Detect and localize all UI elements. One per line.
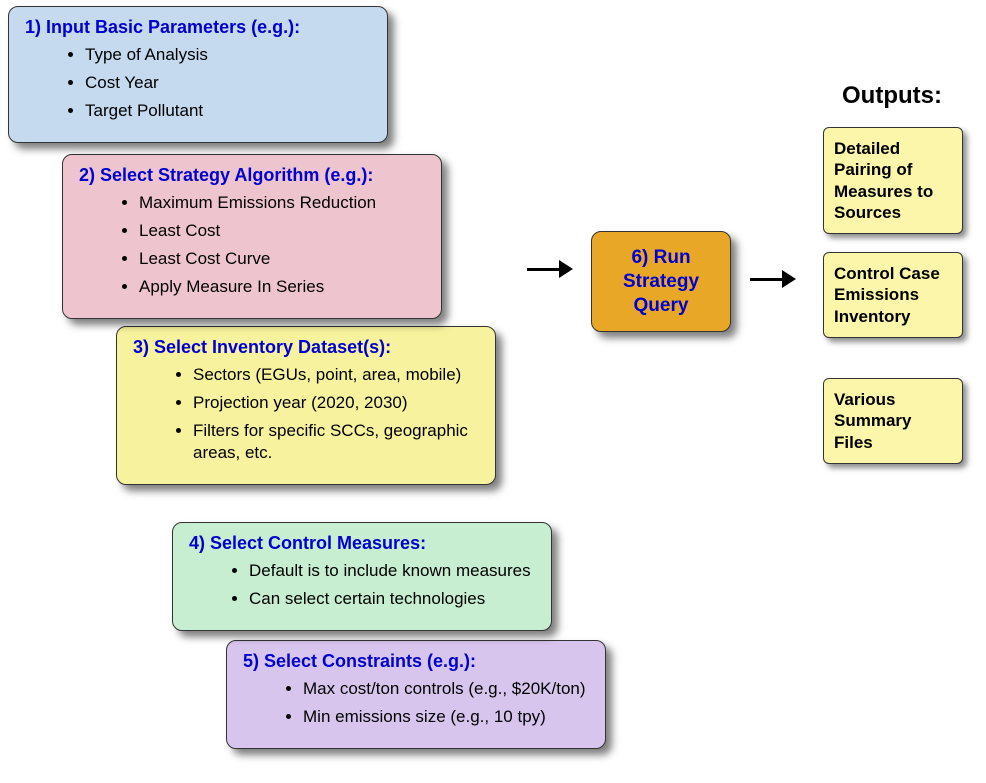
step-4-select-control-measures: 4) Select Control Measures: Default is t… — [172, 522, 552, 631]
step-3-title: 3) Select Inventory Dataset(s): — [133, 337, 479, 358]
list-item: Least Cost — [139, 220, 425, 242]
arrow-right-icon — [527, 260, 573, 278]
arrow-right-icon — [750, 270, 796, 288]
step-1-title: 1) Input Basic Parameters (e.g.): — [25, 17, 371, 38]
output-control-case-inventory: Control Case Emissions Inventory — [823, 252, 963, 338]
list-item: Maximum Emissions Reduction — [139, 192, 425, 214]
step-1-list: Type of Analysis Cost Year Target Pollut… — [85, 44, 371, 122]
list-item: Type of Analysis — [85, 44, 371, 66]
list-item: Max cost/ton controls (e.g., $20K/ton) — [303, 678, 589, 700]
step-5-title: 5) Select Constraints (e.g.): — [243, 651, 589, 672]
step-2-list: Maximum Emissions Reduction Least Cost L… — [139, 192, 425, 298]
run-title: 6) Run Strategy Query — [602, 246, 720, 317]
list-item: Default is to include known measures — [249, 560, 535, 582]
step-4-title: 4) Select Control Measures: — [189, 533, 535, 554]
outputs-heading: Outputs: — [842, 82, 942, 110]
step-2-title: 2) Select Strategy Algorithm (e.g.): — [79, 165, 425, 186]
step-3-select-inventory-datasets: 3) Select Inventory Dataset(s): Sectors … — [116, 326, 496, 485]
list-item: Cost Year — [85, 72, 371, 94]
output-detailed-pairing: Detailed Pairing of Measures to Sources — [823, 127, 963, 234]
list-item: Sectors (EGUs, point, area, mobile) — [193, 364, 479, 386]
list-item: Target Pollutant — [85, 100, 371, 122]
step-6-run-strategy-query: 6) Run Strategy Query — [591, 231, 731, 332]
step-5-select-constraints: 5) Select Constraints (e.g.): Max cost/t… — [226, 640, 606, 749]
step-4-list: Default is to include known measures Can… — [249, 560, 535, 610]
list-item: Can select certain technologies — [249, 588, 535, 610]
step-1-input-basic-parameters: 1) Input Basic Parameters (e.g.): Type o… — [8, 6, 388, 143]
step-2-select-strategy-algorithm: 2) Select Strategy Algorithm (e.g.): Max… — [62, 154, 442, 319]
list-item: Least Cost Curve — [139, 248, 425, 270]
output-summary-files: Various Summary Files — [823, 378, 963, 464]
step-3-list: Sectors (EGUs, point, area, mobile) Proj… — [193, 364, 479, 464]
step-5-list: Max cost/ton controls (e.g., $20K/ton) M… — [303, 678, 589, 728]
list-item: Projection year (2020, 2030) — [193, 392, 479, 414]
list-item: Apply Measure In Series — [139, 276, 425, 298]
list-item: Min emissions size (e.g., 10 tpy) — [303, 706, 589, 728]
list-item: Filters for specific SCCs, geographic ar… — [193, 420, 479, 464]
